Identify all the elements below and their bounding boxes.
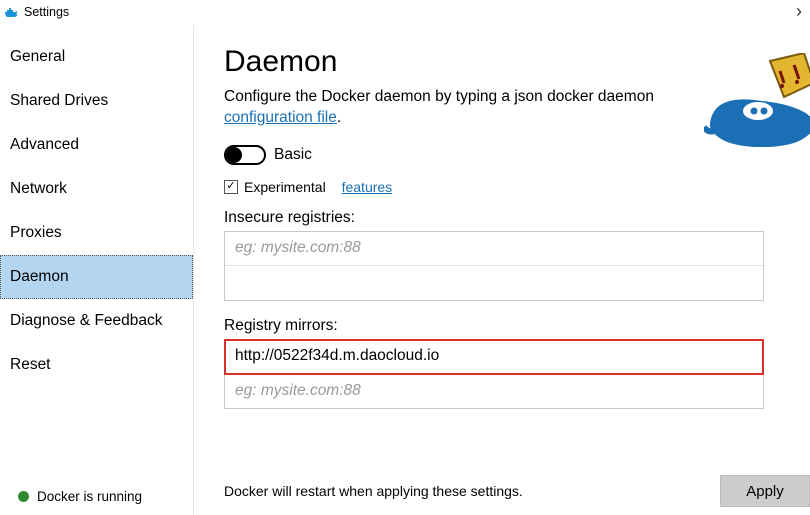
sidebar-item-diagnose-feedback[interactable]: Diagnose & Feedback <box>0 299 193 343</box>
sidebar-item-proxies[interactable]: Proxies <box>0 211 193 255</box>
registry-mirrors-value-row[interactable]: http://0522f34d.m.daocloud.io <box>225 340 763 374</box>
insecure-registries-empty-row[interactable] <box>225 266 763 300</box>
registry-mirrors-placeholder[interactable]: eg: mysite.com:88 <box>225 374 763 408</box>
window-title: Settings <box>24 5 69 19</box>
experimental-label: Experimental <box>244 179 326 195</box>
restart-notice: Docker will restart when applying these … <box>224 483 523 499</box>
sidebar-item-reset[interactable]: Reset <box>0 343 193 387</box>
experimental-checkbox[interactable]: ✓ <box>224 180 238 194</box>
docker-icon <box>4 5 20 19</box>
sidebar-item-network[interactable]: Network <box>0 167 193 211</box>
sidebar-item-advanced[interactable]: Advanced <box>0 123 193 167</box>
experimental-features-link[interactable]: features <box>342 179 393 195</box>
insecure-registries-placeholder[interactable]: eg: mysite.com:88 <box>225 232 763 266</box>
insecure-registries-list[interactable]: eg: mysite.com:88 <box>224 231 764 301</box>
sidebar: General Shared Drives Advanced Network P… <box>0 25 194 515</box>
status-dot-icon <box>18 491 29 502</box>
basic-advanced-toggle[interactable] <box>224 145 266 165</box>
sidebar-item-general[interactable]: General <box>0 35 193 79</box>
forward-arrow-icon[interactable]: › <box>796 1 804 22</box>
docker-whale-logo <box>704 53 810 156</box>
insecure-registries-label: Insecure registries: <box>224 209 810 227</box>
configuration-file-link[interactable]: configuration file <box>224 109 337 126</box>
sidebar-item-daemon[interactable]: Daemon <box>0 255 193 299</box>
registry-mirrors-list[interactable]: http://0522f34d.m.daocloud.io eg: mysite… <box>224 339 764 409</box>
toggle-label: Basic <box>274 146 312 164</box>
docker-status: Docker is running <box>0 479 193 515</box>
apply-button[interactable]: Apply <box>720 475 810 507</box>
page-description: Configure the Docker daemon by typing a … <box>224 87 704 129</box>
docker-status-text: Docker is running <box>37 489 142 504</box>
registry-mirrors-label: Registry mirrors: <box>224 317 810 335</box>
sidebar-item-shared-drives[interactable]: Shared Drives <box>0 79 193 123</box>
